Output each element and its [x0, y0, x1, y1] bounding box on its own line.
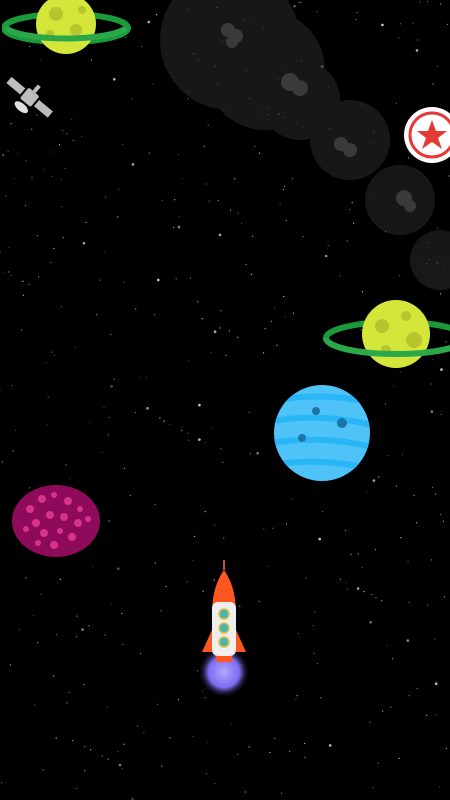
game-canvas[interactable] [0, 0, 450, 800]
rocket-player[interactable] [192, 560, 256, 698]
magenta-spotted-planet [12, 485, 100, 557]
ringed-planet-top [2, 0, 131, 54]
satellite-icon [6, 76, 53, 118]
ringed-planet-right [323, 300, 450, 368]
blue-striped-planet [274, 385, 370, 481]
star-badge-icon[interactable] [402, 106, 450, 164]
